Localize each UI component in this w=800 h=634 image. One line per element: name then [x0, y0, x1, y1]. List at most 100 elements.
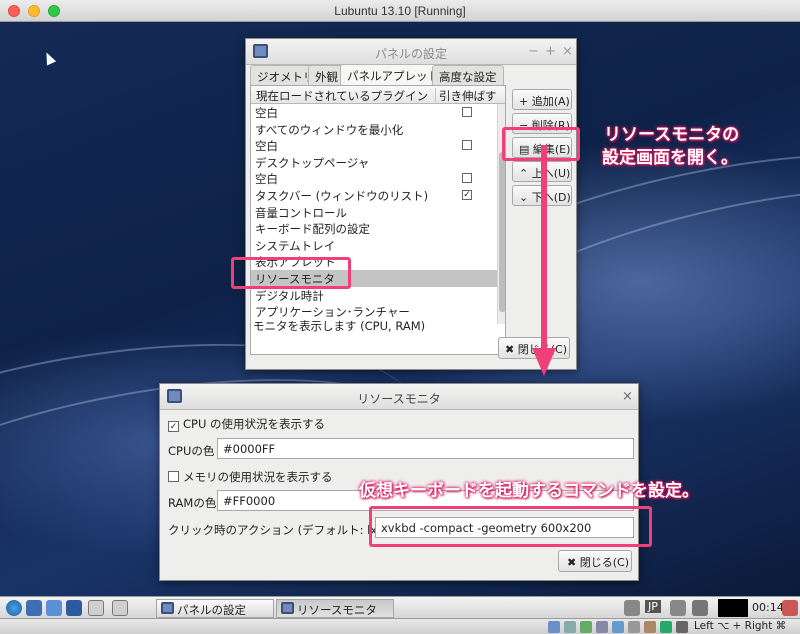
- list-header: 現在ロードされているプラグイン 引き伸ばす: [251, 86, 505, 104]
- resource-monitor-titlebar[interactable]: リソースモニタ ×: [160, 384, 638, 410]
- task-panel-settings[interactable]: パネルの設定: [156, 599, 274, 618]
- ram-usage-checkbox[interactable]: [168, 471, 179, 482]
- close-button[interactable]: ✖ 閉じる(C): [558, 550, 632, 572]
- battery-icon[interactable]: [692, 600, 708, 616]
- plugin-name: デスクトップページャ: [255, 155, 370, 170]
- lxpanel-taskbar: パネルの設定 リソースモニタ JP 00:14: [0, 596, 800, 618]
- cpu-activity-icon[interactable]: [660, 621, 672, 633]
- tab-panel-applets[interactable]: パネルアプレット: [340, 64, 446, 86]
- cpu-usage-checkbox[interactable]: ✓: [168, 421, 179, 432]
- logout-icon[interactable]: [782, 600, 798, 616]
- start-menu-icon[interactable]: [6, 600, 22, 616]
- stretch-checkbox[interactable]: ✓: [462, 190, 472, 200]
- close-icon[interactable]: ×: [622, 389, 633, 404]
- host-window-titlebar: Lubuntu 13.10 [Running]: [0, 0, 800, 22]
- recording-icon[interactable]: [644, 621, 656, 633]
- host-window-title: Lubuntu 13.10 [Running]: [334, 4, 466, 18]
- plugin-description: モニタを表示します (CPU, RAM): [253, 319, 426, 333]
- close-icon[interactable]: ×: [562, 44, 573, 59]
- close-button-label: 閉じる(C): [579, 556, 629, 569]
- hdd-icon[interactable]: [548, 621, 560, 633]
- plugin-name: デジタル時計: [255, 288, 324, 303]
- network-icon[interactable]: [670, 600, 686, 616]
- panel-settings-title: パネルの設定: [374, 47, 447, 61]
- show-desktop-icon[interactable]: [88, 600, 104, 616]
- list-item[interactable]: 空白: [251, 170, 497, 187]
- annotation-arrow-head: [532, 348, 556, 376]
- network-adapter-icon[interactable]: [628, 621, 640, 633]
- ram-usage-option[interactable]: メモリの使用状況を表示する: [168, 469, 333, 485]
- close-x-icon: ✖: [505, 343, 518, 356]
- resource-monitor-title: リソースモニタ: [357, 392, 441, 406]
- down-arrow-icon: ⌄: [519, 191, 532, 204]
- panel-settings-titlebar[interactable]: パネルの設定 − + ×: [246, 39, 576, 65]
- list-item[interactable]: デスクトップページャ: [251, 154, 497, 171]
- highlight-click-action-field: [369, 506, 652, 547]
- move-up-label: 上へ(U): [531, 167, 571, 180]
- workspace-pager-icon[interactable]: [112, 600, 128, 616]
- host-key-indicator: Left ⌥ + Right ⌘: [694, 620, 787, 632]
- ram-usage-label: メモリの使用状況を表示する: [183, 470, 333, 484]
- file-manager-icon[interactable]: [26, 600, 42, 616]
- list-item[interactable]: システムトレイ: [251, 237, 497, 254]
- list-item[interactable]: デジタル時計: [251, 287, 497, 304]
- list-item[interactable]: キーボード配列の設定: [251, 220, 497, 237]
- cpu-monitor-graph[interactable]: [718, 599, 748, 617]
- list-item[interactable]: 音量コントロール: [251, 204, 497, 221]
- optical-drive-icon[interactable]: [564, 621, 576, 633]
- tab-advanced[interactable]: 高度な設定: [432, 65, 504, 85]
- shared-folder-icon[interactable]: [596, 621, 608, 633]
- column-header-stretch[interactable]: 引き伸ばす: [435, 88, 497, 104]
- plugin-name: システムトレイ: [255, 238, 336, 253]
- annotation-note-command: 仮想キーボードを起動するコマンドを設定。: [359, 481, 699, 501]
- annotation-arrow: [541, 145, 547, 350]
- cpu-color-label: CPUの色: [168, 444, 215, 458]
- monitor-icon: [281, 602, 294, 614]
- plugin-name: 空白: [255, 139, 278, 154]
- stretch-checkbox[interactable]: [462, 140, 472, 151]
- panel-settings-window: パネルの設定 − + × ジオメトリ 外観 パネルアプレット 高度な設定 現在ロ…: [245, 38, 577, 370]
- task-resource-monitor[interactable]: リソースモニタ: [276, 599, 394, 618]
- close-x-icon: ✖: [567, 556, 580, 569]
- up-arrow-icon: ⌃: [519, 167, 532, 180]
- list-item[interactable]: すべてのウィンドウを最小化: [251, 121, 497, 138]
- monitor-icon: [161, 602, 174, 614]
- maximize-icon[interactable]: +: [545, 44, 556, 59]
- column-header-plugin[interactable]: 現在ロードされているプラグイン: [256, 88, 428, 104]
- plugin-name: すべてのウィンドウを最小化: [255, 122, 404, 137]
- task-label: リソースモニタ: [297, 603, 377, 617]
- vbox-status-bar: Left ⌥ + Right ⌘: [0, 618, 800, 634]
- keyboard-layout-indicator[interactable]: JP: [645, 600, 661, 613]
- minimize-icon[interactable]: −: [528, 44, 539, 59]
- mouse-cursor-icon: [41, 50, 57, 66]
- add-button[interactable]: + 追加(A): [512, 89, 572, 110]
- annotation-note-line2: 設定画面を開く。: [602, 148, 738, 168]
- plugin-name: 空白: [255, 106, 278, 120]
- usb-icon[interactable]: [580, 621, 592, 633]
- stretch-checkbox[interactable]: [462, 173, 472, 184]
- highlight-resource-monitor-row: [231, 257, 351, 289]
- settings-icon[interactable]: [66, 600, 82, 616]
- browser-icon[interactable]: [46, 600, 62, 616]
- clock[interactable]: 00:14: [752, 601, 784, 614]
- annotation-note-line1: リソースモニタの: [604, 125, 740, 145]
- plugin-list[interactable]: 現在ロードされているプラグイン 引き伸ばす 空白 すべてのウィンドウを最小化 空白デ…: [250, 85, 506, 355]
- ram-color-label: RAMの色: [168, 496, 217, 510]
- volume-icon[interactable]: [624, 600, 640, 616]
- list-item[interactable]: タスクバー (ウィンドウのリスト) ✓: [251, 187, 497, 204]
- cpu-usage-option[interactable]: ✓ CPU の使用状況を表示する: [168, 416, 325, 432]
- cpu-usage-label: CPU の使用状況を表示する: [183, 417, 326, 431]
- mouse-integration-icon[interactable]: [676, 621, 688, 633]
- scrollbar-thumb[interactable]: [499, 152, 505, 312]
- plugin-name: キーボード配列の設定: [255, 222, 370, 237]
- plugin-name: 空白: [255, 172, 278, 187]
- list-item[interactable]: 空白: [251, 137, 497, 154]
- display-icon[interactable]: [612, 621, 624, 633]
- plugin-name: タスクバー (ウィンドウのリスト): [255, 189, 429, 203]
- cpu-color-field[interactable]: #0000FF: [217, 438, 634, 459]
- stretch-checkbox[interactable]: [462, 107, 472, 117]
- move-down-label: 下へ(D): [531, 191, 571, 204]
- plugin-name: 音量コントロール: [255, 205, 347, 220]
- list-item[interactable]: 空白: [251, 104, 497, 121]
- task-label: パネルの設定: [177, 603, 246, 617]
